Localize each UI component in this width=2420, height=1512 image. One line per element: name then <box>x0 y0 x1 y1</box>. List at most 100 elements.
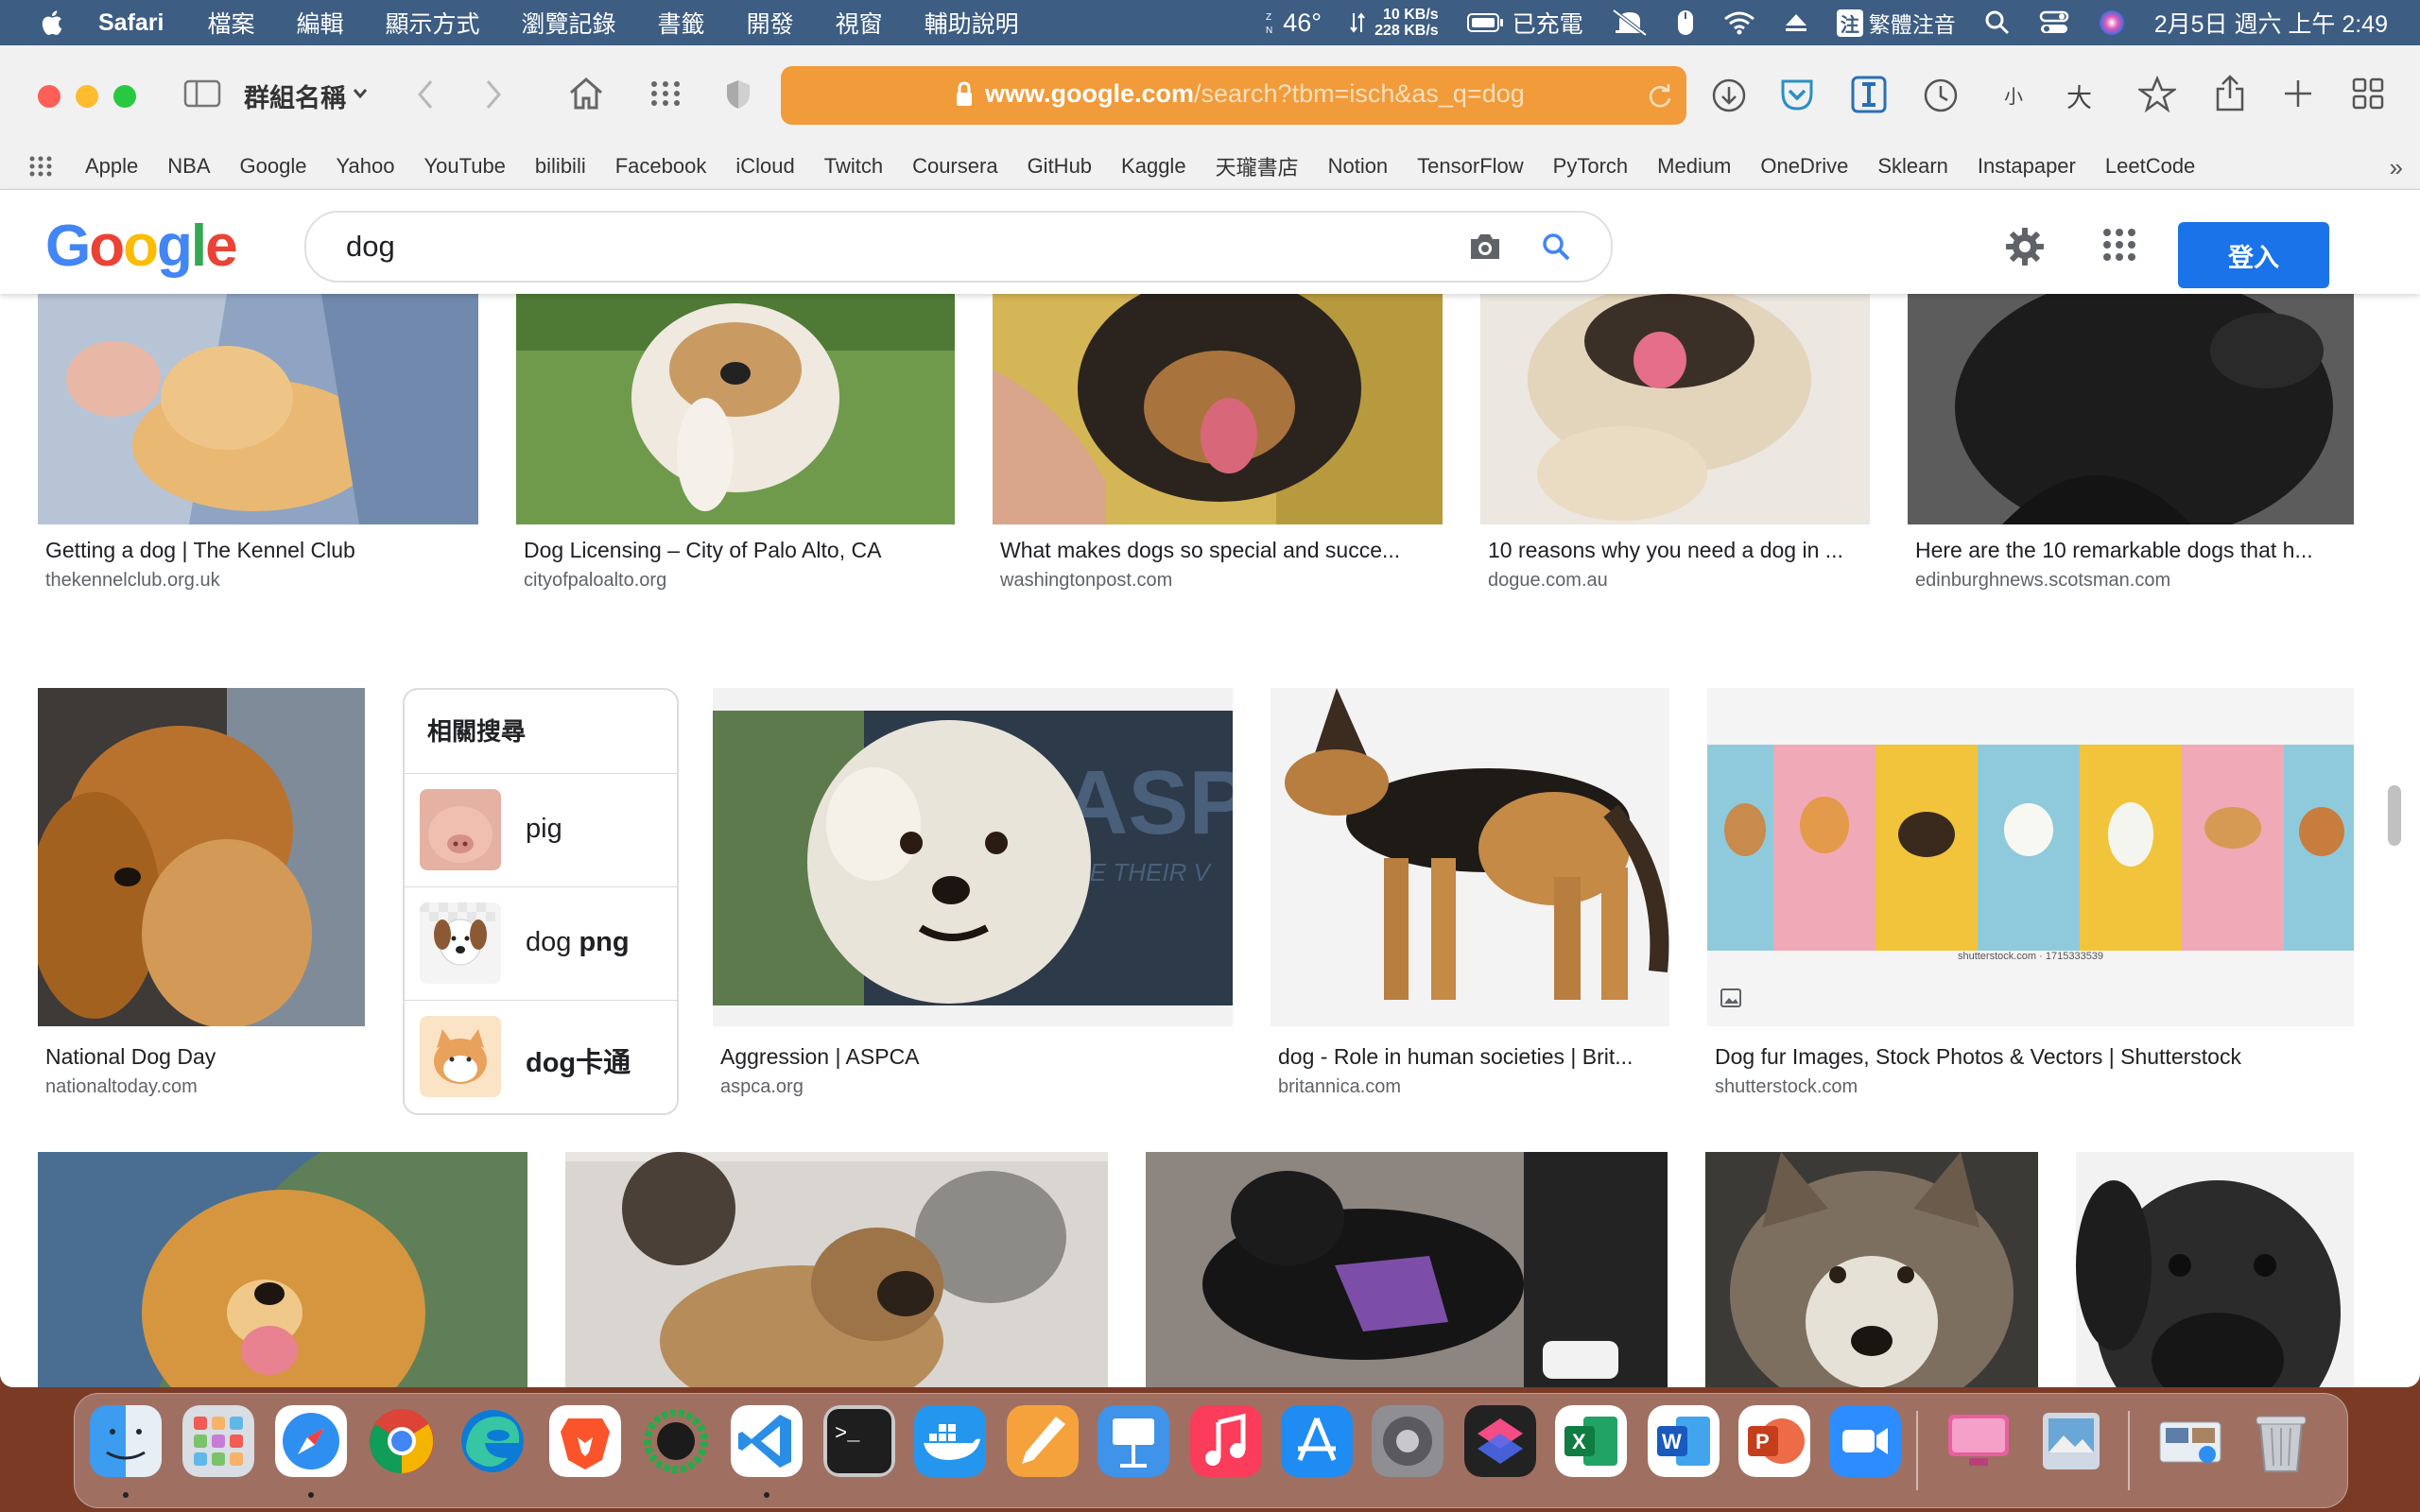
sign-in-button[interactable]: 登入 <box>2178 222 2329 288</box>
result-image[interactable] <box>2076 1152 2354 1387</box>
minimize-window-button[interactable] <box>76 85 98 108</box>
result-source[interactable]: washingtonpost.com <box>1000 570 1172 592</box>
siri-icon[interactable] <box>2098 9 2126 37</box>
address-bar[interactable]: www.google.com/search?tbm=isch&as_q=dog <box>781 66 1686 125</box>
weather-widget[interactable]: ZN 46° <box>1264 9 1322 37</box>
menu-history[interactable]: 瀏覽記錄 <box>522 6 616 40</box>
vscode-icon[interactable] <box>731 1405 803 1477</box>
privacy-shield-icon[interactable] <box>724 77 752 112</box>
search-icon[interactable] <box>1541 232 1571 262</box>
related-search-item[interactable]: dog png <box>405 887 677 1001</box>
favorite-coursera[interactable]: Coursera <box>912 154 997 179</box>
favorite-pytorch[interactable]: PyTorch <box>1553 154 1628 179</box>
pages-icon[interactable] <box>1007 1405 1079 1477</box>
app-store-icon[interactable] <box>1281 1405 1353 1477</box>
google-logo[interactable]: Google <box>45 213 238 280</box>
apps-grid-icon[interactable] <box>648 79 683 108</box>
zoom-window-button[interactable] <box>113 85 136 108</box>
terminal-icon[interactable]: >_ <box>823 1405 895 1477</box>
input-method-menu[interactable]: 注 繁體注音 <box>1836 9 1956 37</box>
menu-window[interactable]: 視窗 <box>836 6 883 40</box>
mouse-icon[interactable] <box>1676 9 1695 37</box>
result-source[interactable]: thekennelclub.org.uk <box>45 570 220 592</box>
result-title[interactable]: What makes dogs so special and succe... <box>1000 538 1437 563</box>
tab-group-name[interactable]: 群組名稱 <box>244 77 346 114</box>
wifi-icon[interactable] <box>1723 10 1755 35</box>
result-image[interactable] <box>993 294 1443 524</box>
related-search-item[interactable]: dog卡通 <box>405 1001 677 1113</box>
menu-develop[interactable]: 開發 <box>747 6 794 40</box>
favorites-overflow-icon[interactable]: » <box>2390 153 2403 182</box>
favorite-bilibili[interactable]: bilibili <box>535 154 586 179</box>
eject-icon[interactable] <box>1784 11 1808 34</box>
search-input[interactable] <box>344 226 1388 267</box>
favorite-tenlong[interactable]: 天瓏書店 <box>1216 151 1299 181</box>
instapaper-icon[interactable] <box>1851 76 1887 113</box>
close-window-button[interactable] <box>38 85 60 108</box>
result-source[interactable]: dogue.com.au <box>1488 570 1608 592</box>
pocket-icon[interactable] <box>1779 77 1815 112</box>
system-preferences-icon[interactable] <box>1372 1405 1443 1477</box>
zoom-out-button[interactable]: 小 <box>2004 81 2023 109</box>
result-image[interactable] <box>38 688 365 1026</box>
result-title[interactable]: Aggression | ASPCA <box>720 1044 1231 1070</box>
powerpoint-icon[interactable]: P <box>1738 1405 1810 1477</box>
favorite-nba[interactable]: NBA <box>167 154 210 179</box>
brave-icon[interactable] <box>549 1405 621 1477</box>
network-monitor[interactable]: 10 KB/s 228 KB/s <box>1350 7 1439 39</box>
result-image[interactable] <box>38 294 478 524</box>
menu-view[interactable]: 顯示方式 <box>386 6 480 40</box>
result-image-frame[interactable]: shutterstock.com · 1715333539 <box>1707 688 2354 1026</box>
reload-icon[interactable] <box>1647 81 1673 110</box>
bookmark-star-icon[interactable] <box>2138 76 2176 113</box>
zoom-icon[interactable] <box>1829 1405 1901 1477</box>
zoom-in-button[interactable]: 大 <box>2066 77 2092 114</box>
word-icon[interactable]: W <box>1648 1405 1720 1477</box>
favorite-github[interactable]: GitHub <box>1028 154 1092 179</box>
menu-bookmarks[interactable]: 書籤 <box>658 6 705 40</box>
favorite-instapaper[interactable]: Instapaper <box>1978 154 2076 179</box>
home-icon[interactable] <box>567 76 605 112</box>
control-center-icon[interactable] <box>2039 9 2069 36</box>
result-source[interactable]: cityofpaloalto.org <box>524 570 666 592</box>
trash-icon[interactable] <box>2245 1405 2317 1477</box>
menu-file[interactable]: 檔案 <box>207 6 254 40</box>
share-icon[interactable] <box>2214 74 2246 113</box>
result-image-frame[interactable]: ASPC HE THEIR V <box>713 688 1233 1026</box>
downloads-stack-icon[interactable] <box>2154 1405 2226 1477</box>
camera-search-icon[interactable] <box>1467 232 1503 262</box>
menu-help[interactable]: 輔助說明 <box>925 6 1019 40</box>
result-source[interactable]: nationaltoday.com <box>45 1076 198 1098</box>
chrome-icon[interactable] <box>366 1405 438 1477</box>
result-source[interactable]: britannica.com <box>1278 1076 1401 1098</box>
edge-icon[interactable] <box>457 1405 528 1477</box>
favorite-leetcode[interactable]: LeetCode <box>2105 154 2195 179</box>
favorite-twitch[interactable]: Twitch <box>824 154 883 179</box>
result-title[interactable]: Dog fur Images, Stock Photos & Vectors |… <box>1715 1044 2352 1070</box>
settings-gear-icon[interactable] <box>2004 226 2046 267</box>
favorite-facebook[interactable]: Facebook <box>615 154 707 179</box>
result-image[interactable] <box>565 1152 1108 1387</box>
music-icon[interactable] <box>1190 1405 1262 1477</box>
forward-arrow-icon[interactable] <box>482 77 505 112</box>
related-search-item[interactable]: pig <box>405 774 677 887</box>
sidebar-toggle-icon[interactable] <box>183 79 221 108</box>
finder-icon[interactable] <box>90 1405 162 1477</box>
result-title[interactable]: dog - Role in human societies | Brit... <box>1278 1044 1668 1070</box>
favorite-notion[interactable]: Notion <box>1328 154 1389 179</box>
favorite-onedrive[interactable]: OneDrive <box>1760 154 1848 179</box>
vertical-scrollbar[interactable] <box>2388 785 2401 846</box>
menu-edit[interactable]: 編輯 <box>297 6 344 40</box>
result-image[interactable] <box>516 294 955 524</box>
safari-icon[interactable] <box>275 1405 347 1477</box>
favorite-apple[interactable]: Apple <box>85 154 138 179</box>
docker-icon[interactable] <box>914 1405 986 1477</box>
favorite-tensorflow[interactable]: TensorFlow <box>1417 154 1523 179</box>
favorites-grid-icon[interactable] <box>28 156 53 177</box>
spotlight-search-icon[interactable] <box>1984 9 2011 36</box>
result-image[interactable] <box>1270 688 1669 1026</box>
favorite-medium[interactable]: Medium <box>1657 154 1731 179</box>
favorite-icloud[interactable]: iCloud <box>735 154 794 179</box>
result-image[interactable] <box>38 1152 527 1387</box>
app-menu-safari[interactable]: Safari <box>98 9 164 37</box>
